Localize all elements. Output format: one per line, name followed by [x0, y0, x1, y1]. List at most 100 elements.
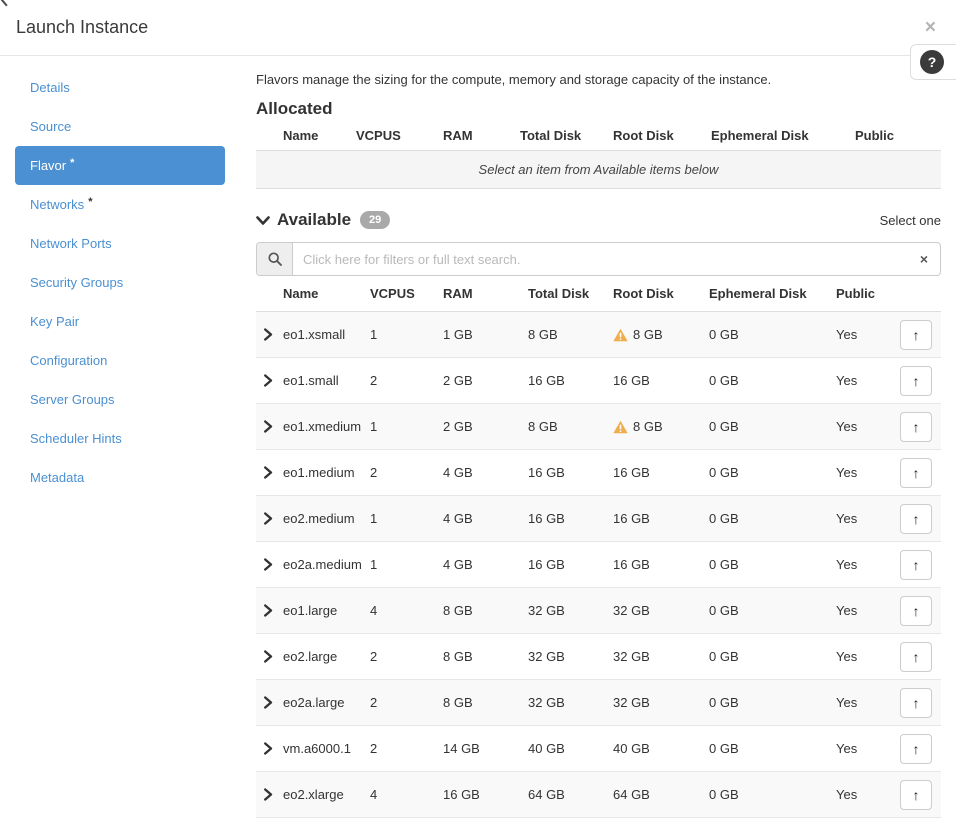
- table-row: eo1.medium 2 4 GB 16 GB 16 GB 0 GB Yes ↑: [256, 450, 941, 496]
- filter-search-bar: ×: [256, 242, 941, 276]
- sidebar-item-security-groups[interactable]: Security Groups: [15, 263, 225, 302]
- close-icon[interactable]: ×: [925, 18, 936, 37]
- select-one-hint: Select one: [880, 213, 941, 228]
- sidebar-item-label: Server Groups: [30, 392, 115, 407]
- flavor-public: Yes: [836, 511, 900, 526]
- flavor-root-disk: 40 GB: [613, 741, 650, 756]
- expand-row-button[interactable]: [256, 604, 283, 617]
- flavor-root-disk: 64 GB: [613, 787, 650, 802]
- allocate-flavor-button[interactable]: ↑: [900, 504, 932, 534]
- expand-row-button[interactable]: [256, 374, 283, 387]
- flavor-root-disk-cell: 16 GB: [613, 511, 709, 526]
- flavor-root-disk: 32 GB: [613, 649, 650, 664]
- column-header-vcpus: VCPUS: [356, 128, 443, 143]
- allocate-flavor-button[interactable]: ↑: [900, 458, 932, 488]
- up-arrow-icon: ↑: [913, 787, 920, 803]
- column-header-root-disk: Root Disk: [613, 128, 711, 143]
- flavor-vcpus: 4: [370, 603, 443, 618]
- sidebar-item-details[interactable]: Details: [15, 68, 225, 107]
- flavor-root-disk-cell: 16 GB: [613, 373, 709, 388]
- expand-row-button[interactable]: [256, 558, 283, 571]
- flavor-vcpus: 2: [370, 741, 443, 756]
- expand-row-button[interactable]: [256, 420, 283, 433]
- flavor-root-disk-cell: 8 GB: [613, 419, 709, 434]
- expand-row-button[interactable]: [256, 328, 283, 341]
- allocate-flavor-button[interactable]: ↑: [900, 412, 932, 442]
- modal-header: Launch Instance ×: [0, 0, 956, 56]
- allocate-flavor-button[interactable]: ↑: [900, 320, 932, 350]
- flavor-ram: 4 GB: [443, 465, 528, 480]
- allocate-flavor-button[interactable]: ↑: [900, 688, 932, 718]
- flavor-root-disk-cell: 32 GB: [613, 649, 709, 664]
- allocate-flavor-button[interactable]: ↑: [900, 734, 932, 764]
- flavor-ephemeral-disk: 0 GB: [709, 649, 836, 664]
- flavor-public: Yes: [836, 327, 900, 342]
- search-input[interactable]: [293, 243, 908, 275]
- wizard-sidebar-list: DetailsSourceFlavor*Networks* Network Por…: [0, 68, 240, 497]
- flavor-total-disk: 32 GB: [528, 603, 613, 618]
- flavor-action-cell: ↑: [900, 596, 941, 626]
- search-addon: [257, 243, 293, 275]
- chevron-down-icon[interactable]: [256, 215, 270, 226]
- flavor-name: eo2a.large: [283, 695, 370, 710]
- chevron-right-icon: [263, 512, 273, 525]
- sidebar-item-label: Network Ports: [30, 236, 112, 251]
- available-section-bar: Available 29 Select one: [256, 209, 941, 231]
- flavor-total-disk: 32 GB: [528, 695, 613, 710]
- sidebar-item-label: Networks: [30, 197, 84, 212]
- wizard-sidebar: DetailsSourceFlavor*Networks* Network Por…: [0, 56, 240, 818]
- chevron-right-icon: [263, 742, 273, 755]
- sidebar-item-configuration[interactable]: Configuration: [15, 341, 225, 380]
- allocate-flavor-button[interactable]: ↑: [900, 366, 932, 396]
- allocate-flavor-button[interactable]: ↑: [900, 780, 932, 810]
- sidebar-item-server-groups[interactable]: Server Groups: [15, 380, 225, 419]
- expand-row-button[interactable]: [256, 512, 283, 525]
- sidebar-item-networks[interactable]: Networks*: [15, 185, 225, 224]
- flavor-name: eo2.xlarge: [283, 787, 370, 802]
- table-row: eo2.large 2 8 GB 32 GB 32 GB 0 GB Yes ↑: [256, 634, 941, 680]
- help-button[interactable]: ?: [910, 44, 956, 80]
- sidebar-item-network-ports[interactable]: Network Ports: [15, 224, 225, 263]
- expand-row-button[interactable]: [256, 788, 283, 801]
- clear-search-icon[interactable]: ×: [908, 243, 940, 275]
- sidebar-item-scheduler-hints[interactable]: Scheduler Hints: [15, 419, 225, 458]
- column-header-ram: RAM: [443, 286, 528, 301]
- flavor-root-disk-cell: 32 GB: [613, 603, 709, 618]
- sidebar-item-metadata[interactable]: Metadata: [15, 458, 225, 497]
- sidebar-item-key-pair[interactable]: Key Pair: [15, 302, 225, 341]
- sidebar-item-flavor[interactable]: Flavor*: [15, 146, 225, 185]
- expand-row-button[interactable]: [256, 650, 283, 663]
- sidebar-item-source[interactable]: Source: [15, 107, 225, 146]
- allocate-flavor-button[interactable]: ↑: [900, 550, 932, 580]
- chevron-right-icon: [263, 328, 273, 341]
- allocated-table-header: Name VCPUS RAM Total Disk Root Disk Ephe…: [256, 121, 941, 151]
- flavor-total-disk: 8 GB: [528, 419, 613, 434]
- column-header-root-disk: Root Disk: [613, 286, 709, 301]
- flavor-root-disk-cell: 16 GB: [613, 465, 709, 480]
- expand-row-button[interactable]: [256, 696, 283, 709]
- column-header-ephemeral-disk: Ephemeral Disk: [709, 286, 836, 301]
- flavor-name: eo1.xmedium: [283, 419, 370, 434]
- expand-row-button[interactable]: [256, 742, 283, 755]
- flavor-ram: 4 GB: [443, 557, 528, 572]
- chevron-right-icon: [263, 558, 273, 571]
- flavor-total-disk: 16 GB: [528, 557, 613, 572]
- expand-row-button[interactable]: [256, 466, 283, 479]
- flavor-vcpus: 1: [370, 511, 443, 526]
- flavor-total-disk: 16 GB: [528, 373, 613, 388]
- column-header-public: Public: [855, 128, 941, 143]
- flavor-root-disk-cell: 32 GB: [613, 695, 709, 710]
- column-header-name: Name: [283, 286, 370, 301]
- flavor-name: eo1.xsmall: [283, 327, 370, 342]
- allocate-flavor-button[interactable]: ↑: [900, 596, 932, 626]
- flavor-root-disk: 16 GB: [613, 511, 650, 526]
- modal-body: DetailsSourceFlavor*Networks* Network Por…: [0, 56, 956, 818]
- table-row: vm.a6000.1 2 14 GB 40 GB 40 GB 0 GB Yes …: [256, 726, 941, 772]
- chevron-right-icon: [263, 466, 273, 479]
- flavor-ram: 16 GB: [443, 787, 528, 802]
- column-header-ephemeral-disk: Ephemeral Disk: [711, 128, 855, 143]
- flavor-ephemeral-disk: 0 GB: [709, 327, 836, 342]
- allocate-flavor-button[interactable]: ↑: [900, 642, 932, 672]
- flavor-ram: 8 GB: [443, 649, 528, 664]
- up-arrow-icon: ↑: [913, 649, 920, 665]
